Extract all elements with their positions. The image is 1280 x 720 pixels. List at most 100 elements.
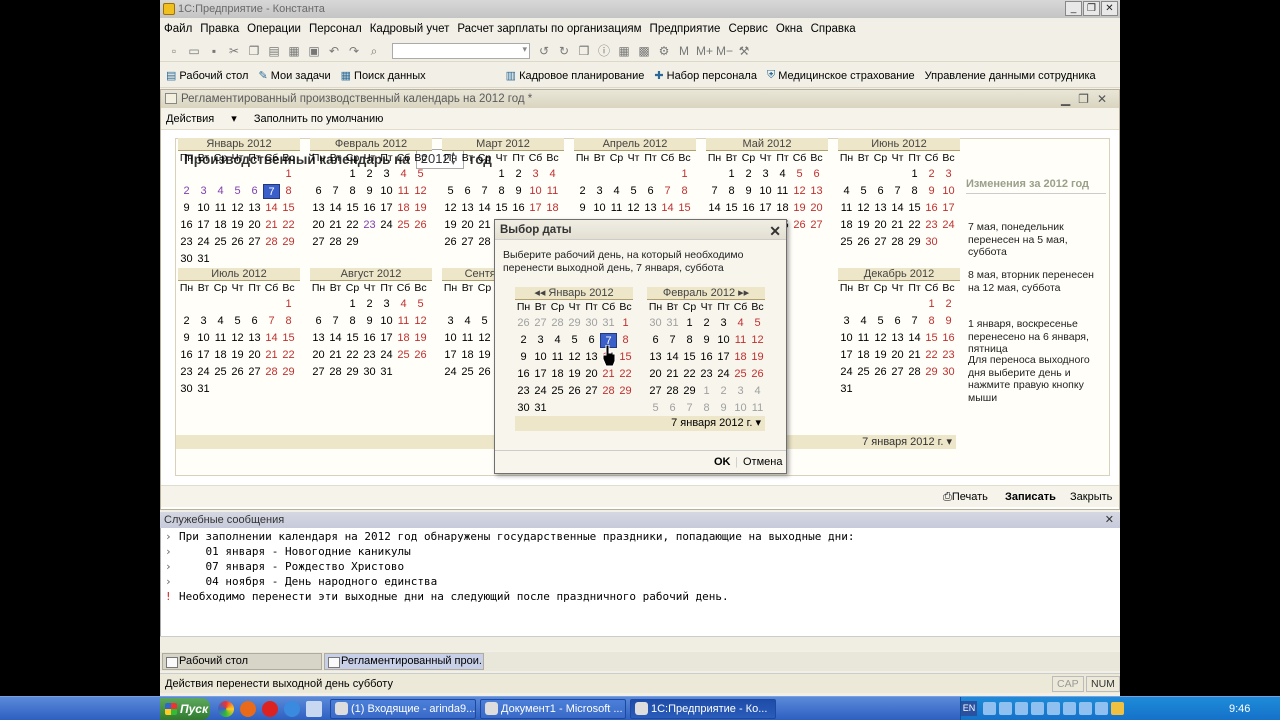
- firefox-icon[interactable]: [240, 700, 256, 717]
- day-cell[interactable]: 7: [664, 333, 681, 348]
- memory-plus-icon[interactable]: M+: [696, 43, 713, 59]
- day-cell[interactable]: 7: [327, 314, 344, 329]
- doc-minimize-icon[interactable]: ▁: [1061, 92, 1078, 106]
- day-cell[interactable]: 23: [923, 218, 940, 233]
- day-cell[interactable]: 21: [600, 367, 617, 382]
- day-cell[interactable]: 20: [872, 218, 889, 233]
- day-cell[interactable]: 3: [195, 184, 212, 199]
- day-cell[interactable]: 13: [310, 201, 327, 216]
- day-cell[interactable]: 2: [923, 167, 940, 182]
- day-cell[interactable]: 30: [923, 235, 940, 250]
- day-cell[interactable]: 2: [940, 297, 957, 312]
- day-cell[interactable]: 27: [310, 235, 327, 250]
- undo-icon[interactable]: ↶: [326, 43, 342, 59]
- day-cell[interactable]: 12: [855, 201, 872, 216]
- day-cell[interactable]: 28: [327, 235, 344, 250]
- day-cell[interactable]: 11: [732, 333, 749, 348]
- preview-icon[interactable]: ▣: [306, 43, 322, 59]
- day-cell[interactable]: 19: [229, 348, 246, 363]
- month-title[interactable]: Февраль 2012 ▸▸: [647, 287, 765, 300]
- day-cell[interactable]: 16: [740, 201, 757, 216]
- day-cell[interactable]: 11: [774, 184, 791, 199]
- day-cell[interactable]: 11: [838, 201, 855, 216]
- day-cell[interactable]: 19: [412, 201, 429, 216]
- cancel-button[interactable]: Отмена: [743, 451, 782, 473]
- day-cell[interactable]: 3: [378, 167, 395, 182]
- find-prev-icon[interactable]: ↻: [556, 43, 572, 59]
- tray-icon[interactable]: [1015, 702, 1028, 715]
- day-cell[interactable]: 26: [412, 218, 429, 233]
- day-cell[interactable]: 18: [544, 201, 561, 216]
- day-cell[interactable]: 13: [583, 350, 600, 365]
- day-cell[interactable]: 16: [923, 201, 940, 216]
- menu-edit[interactable]: Правка: [200, 23, 239, 35]
- day-cell[interactable]: 26: [442, 235, 459, 250]
- day-cell[interactable]: 31: [195, 252, 212, 267]
- day-cell[interactable]: 27: [532, 316, 549, 331]
- day-cell[interactable]: 13: [872, 201, 889, 216]
- day-cell[interactable]: 15: [723, 201, 740, 216]
- day-cell[interactable]: 24: [532, 384, 549, 399]
- day-cell[interactable]: 14: [263, 331, 280, 346]
- day-cell[interactable]: 17: [757, 201, 774, 216]
- day-cell[interactable]: 7: [889, 184, 906, 199]
- day-cell[interactable]: 23: [940, 348, 957, 363]
- day-cell[interactable]: 10: [527, 184, 544, 199]
- day-cell[interactable]: 18: [855, 348, 872, 363]
- day-cell[interactable]: 29: [617, 384, 634, 399]
- menu-payroll[interactable]: Расчет зарплаты по организациям: [457, 23, 641, 35]
- print-icon[interactable]: ▦: [286, 43, 302, 59]
- day-cell[interactable]: 27: [872, 235, 889, 250]
- day-cell[interactable]: 30: [361, 365, 378, 380]
- menu-file[interactable]: Файл: [164, 23, 192, 35]
- day-cell[interactable]: 4: [212, 314, 229, 329]
- day-cell[interactable]: 25: [855, 365, 872, 380]
- day-cell[interactable]: 17: [195, 218, 212, 233]
- day-cell[interactable]: 27: [310, 365, 327, 380]
- day-cell[interactable]: 14: [664, 350, 681, 365]
- day-cell[interactable]: 19: [229, 218, 246, 233]
- day-cell[interactable]: 13: [642, 201, 659, 216]
- day-cell[interactable]: 17: [378, 331, 395, 346]
- day-cell[interactable]: 25: [395, 218, 412, 233]
- day-cell[interactable]: 5: [791, 167, 808, 182]
- day-cell[interactable]: 2: [178, 184, 195, 199]
- search-icon[interactable]: ⌕: [366, 43, 382, 59]
- minimize-button[interactable]: _: [1065, 1, 1082, 16]
- day-cell[interactable]: 23: [178, 235, 195, 250]
- day-cell[interactable]: 6: [872, 184, 889, 199]
- day-cell[interactable]: 24: [195, 365, 212, 380]
- day-cell[interactable]: 12: [442, 201, 459, 216]
- day-cell[interactable]: 12: [476, 331, 493, 346]
- day-cell[interactable]: 27: [808, 218, 825, 233]
- day-cell[interactable]: 11: [855, 331, 872, 346]
- day-cell[interactable]: 12: [872, 331, 889, 346]
- day-cell[interactable]: 22: [280, 218, 297, 233]
- day-cell[interactable]: 9: [361, 314, 378, 329]
- day-cell[interactable]: 3: [838, 314, 855, 329]
- tray-icon[interactable]: [1031, 702, 1044, 715]
- day-cell[interactable]: 2: [515, 333, 532, 348]
- quick-employee[interactable]: Управление данными сотрудника: [925, 70, 1096, 82]
- day-cell[interactable]: 12: [229, 201, 246, 216]
- day-cell[interactable]: 20: [583, 367, 600, 382]
- day-cell[interactable]: 5: [442, 184, 459, 199]
- day-cell[interactable]: 2: [715, 384, 732, 399]
- day-cell[interactable]: 18: [459, 348, 476, 363]
- day-cell[interactable]: 5: [625, 184, 642, 199]
- day-cell[interactable]: 21: [327, 348, 344, 363]
- day-cell[interactable]: 20: [808, 201, 825, 216]
- day-cell[interactable]: 29: [906, 235, 923, 250]
- quick-medical[interactable]: ⛨ Медицинское страхование: [767, 69, 915, 82]
- day-cell[interactable]: 13: [246, 201, 263, 216]
- day-cell[interactable]: 28: [263, 365, 280, 380]
- quick-search[interactable]: ▦ Поиск данных: [341, 69, 426, 83]
- day-cell[interactable]: 28: [327, 365, 344, 380]
- day-cell[interactable]: 4: [212, 184, 229, 199]
- day-cell[interactable]: 3: [527, 167, 544, 182]
- day-cell[interactable]: 16: [510, 201, 527, 216]
- save-button[interactable]: Записать: [1005, 486, 1056, 508]
- day-cell[interactable]: 20: [246, 348, 263, 363]
- day-cell[interactable]: 12: [412, 184, 429, 199]
- actions-menu[interactable]: Действия ▾: [166, 113, 237, 125]
